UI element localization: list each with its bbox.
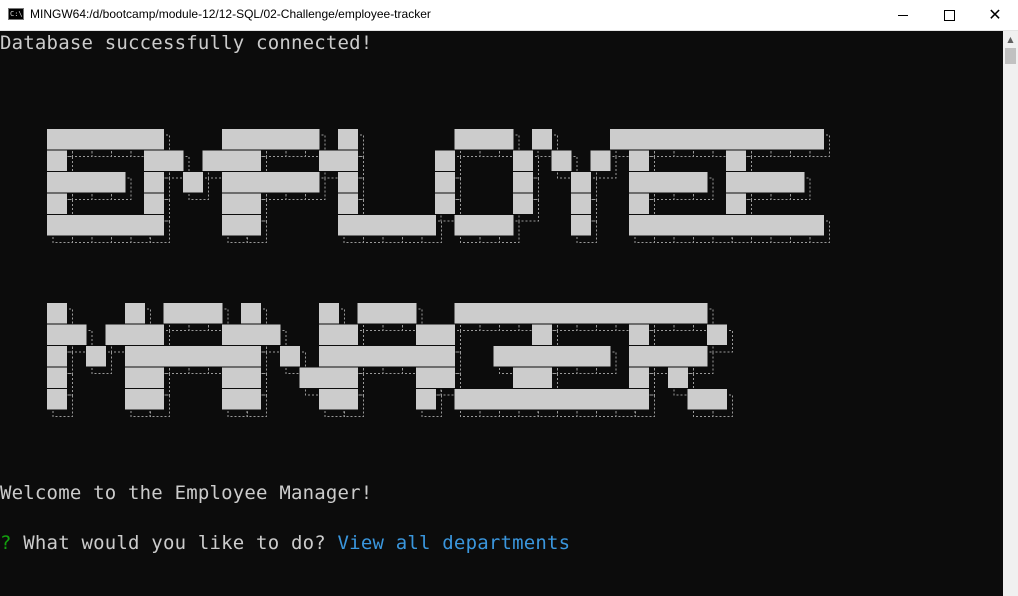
banner-letter-e [726, 129, 830, 243]
banner-letter-e [47, 129, 151, 243]
banner-letter-g [435, 303, 539, 417]
banner-letter-e [629, 129, 733, 243]
banner-letter-p [241, 129, 345, 243]
banner-letter-e [532, 303, 636, 417]
terminal-output[interactable]: Database successfully connected! Welcome… [0, 31, 1003, 596]
terminal-app-icon: C:\ [8, 8, 24, 20]
maximize-icon [943, 9, 955, 21]
scrollbar-thumb[interactable] [1005, 48, 1016, 64]
window-title: MINGW64:/d/bootcamp/module-12/12-SQL/02-… [30, 7, 431, 21]
close-button[interactable]: ✕ [972, 0, 1018, 30]
close-icon: ✕ [988, 7, 1002, 24]
minimize-button[interactable] [880, 0, 926, 30]
prompt-line: ? What would you like to do? View all de… [0, 532, 570, 554]
minimize-icon [898, 14, 908, 16]
banner-letter-y [532, 129, 636, 243]
banner-letter-m [144, 129, 248, 243]
banner-letter-m [47, 303, 151, 417]
scroll-up-arrow-icon[interactable]: ▲ [1003, 31, 1018, 48]
banner-letter-n [241, 303, 345, 417]
banner-letter-r [629, 303, 733, 417]
ascii-art-banner [47, 129, 830, 417]
selected-answer[interactable]: View all departments [338, 532, 571, 554]
welcome-message: Welcome to the Employee Manager! [0, 482, 373, 504]
window-title-bar[interactable]: C:\ MINGW64:/d/bootcamp/module-12/12-SQL… [0, 0, 1018, 31]
banner-letter-a [338, 303, 442, 417]
banner-letter-o [435, 129, 539, 243]
vertical-scrollbar[interactable]: ▲ [1003, 31, 1018, 596]
connection-status-line: Database successfully connected! [0, 32, 373, 54]
banner-letter-a [144, 303, 248, 417]
maximize-button[interactable] [926, 0, 972, 30]
prompt-marker: ? [0, 532, 12, 554]
banner-letter-l [338, 129, 442, 243]
prompt-question: What would you like to do? [23, 532, 326, 554]
